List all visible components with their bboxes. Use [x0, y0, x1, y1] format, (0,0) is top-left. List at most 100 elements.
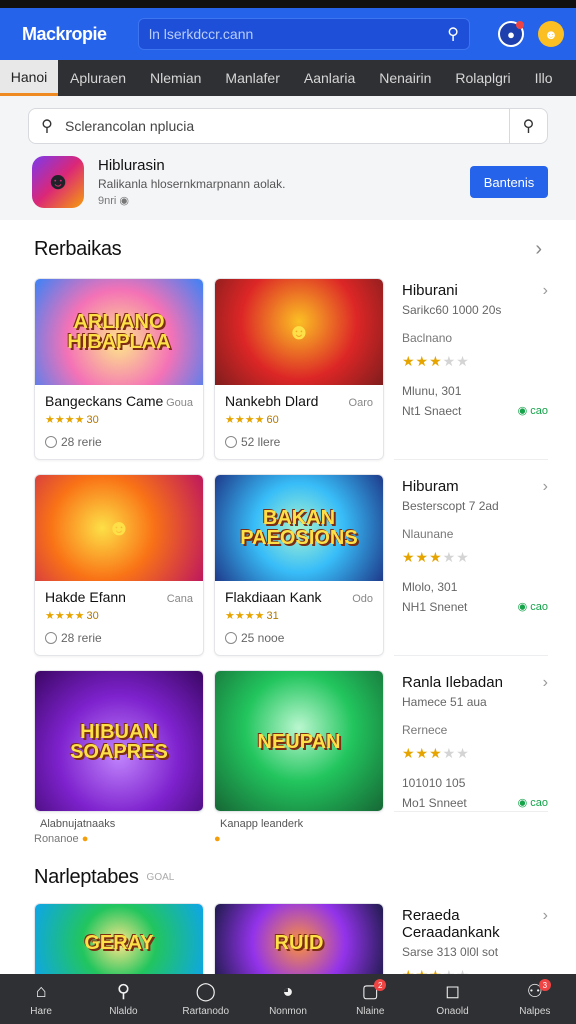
nav-item-inbox[interactable]: ▢ 2 Nlaine: [329, 974, 411, 1024]
game-detail-panel[interactable]: Hiburani Sarikc60 1000 20s Baclnano ★★★★…: [394, 278, 548, 460]
avatar[interactable]: ☻: [538, 21, 564, 47]
meta-text: 28 rerie: [61, 435, 102, 449]
rating-value: 30: [86, 414, 99, 426]
rating-value: 30: [86, 610, 99, 622]
tab-4[interactable]: Aanlaria: [292, 60, 367, 96]
section-header: Rerbaikas ›: [0, 220, 576, 278]
game-detail-panel[interactable]: Reraeda Ceraadankank Sarse 313 0l0l sot …: [394, 903, 548, 984]
detail-meta-text: NH1 Snenet: [402, 600, 468, 614]
detail-title: Reraeda Ceraadankank: [402, 907, 500, 941]
search-box[interactable]: ⚲ ⚲: [28, 108, 548, 144]
notifications-icon[interactable]: ●: [498, 21, 524, 47]
tab-7[interactable]: Illo: [523, 60, 565, 96]
promo-app-icon[interactable]: ☻: [32, 156, 84, 208]
detail-description: Rernece: [402, 723, 448, 737]
nav-item-home[interactable]: ⌂ Hare: [0, 974, 82, 1024]
tab-2[interactable]: Nlemian: [138, 60, 213, 96]
nav-item-library[interactable]: ◻ Onaold: [411, 974, 493, 1024]
artwork-title: RUID: [274, 932, 324, 954]
detail-meta-right: ◉ cao: [517, 601, 548, 613]
nav-item-explore[interactable]: ◕ Nonmon: [247, 974, 329, 1024]
search-icon[interactable]: ⚲: [447, 24, 459, 44]
search-input[interactable]: [65, 118, 509, 134]
nav-label: Nlaldo: [109, 1006, 138, 1017]
chevron-right-icon[interactable]: ›: [543, 907, 548, 925]
game-detail-panel[interactable]: Ranla Ilebadan Hamece 51 aua Rernece ★★★…: [394, 670, 548, 812]
section-header: Narleptabes GOAL: [0, 851, 576, 903]
game-card[interactable]: ☻ Nankebh Dlard Oaro ★★★★ 60 52 llere: [214, 278, 384, 460]
detail-meta-right-text: cao: [530, 797, 548, 809]
info-icon: ◉: [119, 195, 130, 207]
tab-1[interactable]: Apluraen: [58, 60, 138, 96]
nav-item-games[interactable]: ◯ Rartanodo: [165, 974, 247, 1024]
game-artwork: BAKAN PAEOSIONS: [215, 475, 383, 581]
detail-meta-text: Nt1 Snaect: [402, 404, 462, 418]
clock-icon: [45, 436, 57, 448]
game-artwork: RUID: [215, 904, 383, 980]
detail-meta-text: Mo1 Snneet: [402, 796, 467, 810]
game-card[interactable]: GERAY: [34, 903, 204, 981]
nav-label: Nonmon: [269, 1006, 307, 1017]
promo-subtitle: Ralikanla hlosernkmarpnann aolak.: [98, 177, 286, 191]
game-tag: Goua: [166, 397, 193, 409]
star-rating: ★★★★ 30: [45, 414, 99, 426]
search-submit-icon[interactable]: ⚲: [509, 109, 547, 143]
caption-line: Kanapp leanderk: [220, 818, 304, 830]
promo-meta-text: 9nri: [98, 195, 117, 207]
clock-icon: [225, 436, 237, 448]
tab-0[interactable]: Hanoi: [0, 60, 58, 96]
detail-subtitle: Sarse 313 0l0l sot: [402, 945, 499, 959]
game-row: GERAY RUID Reraeda Ceraadankank Sarse 31…: [34, 903, 548, 984]
detail-star-rating: ★★★★★: [402, 353, 470, 369]
game-artwork: NEUPAN: [215, 671, 383, 811]
coin-icon: ●: [81, 833, 89, 845]
game-card[interactable]: BAKAN PAEOSIONS Flakdiaan Kank Odo ★★★★ 31…: [214, 474, 384, 656]
promo-button[interactable]: Bantenis: [470, 166, 548, 198]
top-search-input[interactable]: [149, 26, 448, 42]
detail-star-rating: ★★★★★: [402, 745, 470, 761]
tab-6[interactable]: Rolaplgri: [443, 60, 522, 96]
chevron-right-icon[interactable]: ›: [543, 674, 548, 692]
nav-item-search[interactable]: ⚲ Nlaldo: [82, 974, 164, 1024]
chevron-right-icon[interactable]: ›: [543, 282, 548, 300]
search-row: ⚲ ⚲: [0, 96, 576, 144]
game-row: HIBUAN SOAPRES NEUPAN Ranla Ilebadan Ham…: [34, 670, 548, 812]
section-title: Rerbaikas: [34, 237, 122, 260]
detail-description: Nlaunane: [402, 527, 454, 541]
main-content: Rerbaikas › ARLIANO HIBAPLAA Bangeckans …: [0, 220, 576, 984]
rating-value: 31: [266, 610, 279, 622]
top-search-bar[interactable]: ⚲: [138, 18, 470, 50]
game-detail-panel[interactable]: Hiburam Besterscopt 7 2ad Nlaunane ★★★★★…: [394, 474, 548, 656]
detail-title: Hiburam: [402, 478, 459, 495]
character-icon: ☻: [107, 515, 131, 540]
chevron-right-icon[interactable]: ›: [535, 238, 542, 261]
app-logo[interactable]: Mackropie: [22, 24, 132, 45]
game-tag: Cana: [166, 593, 193, 605]
game-card[interactable]: HIBUAN SOAPRES: [34, 670, 204, 812]
game-card[interactable]: RUID: [214, 903, 384, 981]
bottom-nav: ⌂ Hare ⚲ Nlaldo ◯ Rartanodo ◕ Nonmon ▢ 2 Nlain…: [0, 974, 576, 1024]
nav-item-friends[interactable]: ⚇ 3 Nalpes: [494, 974, 576, 1024]
chevron-right-icon[interactable]: ›: [543, 478, 548, 496]
artwork-title: HIBUAN SOAPRES: [70, 721, 168, 763]
status-bar: [0, 0, 576, 8]
caption-sub-text: Ronanoe: [34, 833, 79, 845]
meta-text: 52 llere: [241, 435, 281, 449]
square-icon: ◻: [445, 981, 461, 1001]
detail-title: Ranla Ilebadan: [402, 674, 503, 691]
detail-meta-right: ◉ cao: [517, 797, 548, 809]
game-artwork: HIBUAN SOAPRES: [35, 671, 203, 811]
game-card[interactable]: ARLIANO HIBAPLAA Bangeckans Came Goua ★★★…: [34, 278, 204, 460]
tab-5[interactable]: Nenairin: [367, 60, 443, 96]
nav-badge: 3: [538, 979, 551, 991]
detail-meta-1: Mlunu, 301: [402, 384, 462, 398]
game-card[interactable]: ☻ Hakde Efann Cana ★★★★ 30 28 rerie: [34, 474, 204, 656]
tab-3[interactable]: Manlafer: [213, 60, 291, 96]
detail-title: Hiburani: [402, 282, 458, 299]
clock-icon: [45, 632, 57, 644]
star-rating: ★★★★ 31: [225, 610, 279, 622]
game-grid: GERAY RUID Reraeda Ceraadankank Sarse 31…: [0, 903, 576, 984]
caption-line: Alabnujatnaaks: [40, 818, 116, 830]
star-rating: ★★★★ 60: [225, 414, 279, 426]
game-card[interactable]: NEUPAN: [214, 670, 384, 812]
